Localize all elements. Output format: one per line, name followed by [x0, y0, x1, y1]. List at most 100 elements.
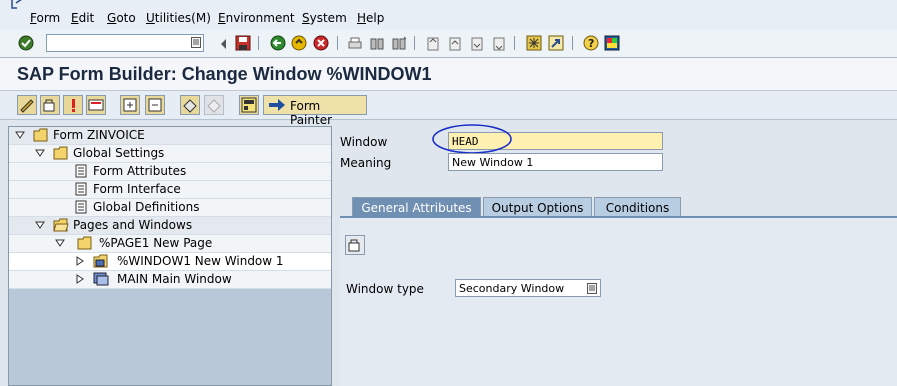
tab-general-attributes[interactable]: General Attributes: [352, 197, 481, 217]
back-icon[interactable]: [270, 35, 286, 51]
window-folder-icon: [93, 254, 108, 268]
other-object-icon: [348, 239, 360, 252]
collapsed-triangle-icon[interactable]: [75, 256, 85, 266]
find-next-icon[interactable]: [391, 36, 407, 52]
pencil-glasses-icon: [20, 99, 34, 113]
tree-node-pages-windows[interactable]: Pages and Windows: [9, 217, 331, 235]
expand-icon: [123, 98, 137, 112]
menu-help[interactable]: Help: [357, 11, 384, 25]
tab-output-options[interactable]: Output Options: [483, 197, 592, 217]
save-icon[interactable]: [235, 35, 251, 51]
menu-edit[interactable]: Edit: [71, 11, 94, 25]
application-toolbar: Form Painter: [0, 91, 897, 127]
other-object-button[interactable]: [40, 95, 60, 115]
next-page-icon[interactable]: [469, 36, 485, 52]
window-type-label: Window type: [346, 282, 424, 296]
document-icon: [75, 200, 87, 214]
expanded-triangle-icon[interactable]: [35, 220, 45, 230]
page-title: SAP Form Builder: Change Window %WINDOW1: [17, 64, 432, 84]
menu-bar: Form Edit Goto Utilities(M) Environment …: [0, 0, 897, 32]
tree-node-label: Form Attributes: [93, 164, 187, 178]
test-button[interactable]: [86, 95, 106, 115]
svg-text:?: ?: [588, 37, 594, 50]
first-page-icon[interactable]: [425, 36, 441, 52]
window-type-select[interactable]: Secondary Window: [455, 279, 601, 297]
tree-node-label: MAIN Main Window: [117, 272, 232, 286]
check-icon[interactable]: [18, 35, 34, 51]
folder-icon: [33, 128, 48, 142]
exclamation-icon: [72, 99, 75, 112]
collapse-all-button[interactable]: [145, 95, 165, 115]
undo-button[interactable]: [180, 95, 200, 115]
tree-node-label: Form Interface: [93, 182, 181, 196]
window-type-value: Secondary Window: [459, 282, 565, 295]
tab-content: Window type Secondary Window: [340, 218, 897, 386]
other-object-icon: [43, 99, 55, 112]
redo-icon: [207, 99, 221, 113]
form-painter-toggle-button[interactable]: [239, 95, 259, 115]
tree-node-form-attributes[interactable]: Form Attributes: [9, 163, 331, 181]
sap-menu-icon[interactable]: [11, 0, 25, 10]
tree-node-main[interactable]: MAIN Main Window: [9, 271, 331, 289]
tree-node-label: Pages and Windows: [73, 218, 193, 232]
menu-environment[interactable]: Environment: [218, 11, 295, 25]
exit-icon[interactable]: [291, 35, 307, 51]
undo-icon: [183, 99, 197, 113]
menu-system[interactable]: System: [302, 11, 347, 25]
tree-node-page1[interactable]: %PAGE1 New Page: [9, 235, 331, 253]
test-icon: [88, 99, 104, 111]
tree-node-label: Global Definitions: [93, 200, 200, 214]
command-field[interactable]: [46, 34, 204, 52]
other-window-button[interactable]: [345, 235, 365, 255]
tree-node-label: Form ZINVOICE: [53, 128, 145, 142]
expanded-triangle-icon[interactable]: [55, 238, 65, 248]
previous-page-icon[interactable]: [447, 36, 463, 52]
expanded-triangle-icon[interactable]: [15, 130, 25, 140]
check-button[interactable]: [63, 95, 83, 115]
form-tree: Form ZINVOICE Global Settings Form Attri…: [8, 126, 332, 386]
main-window-icon: [93, 272, 109, 286]
print-icon[interactable]: [347, 36, 363, 52]
last-page-icon[interactable]: [491, 36, 507, 52]
document-icon: [75, 182, 87, 196]
form-painter-button[interactable]: Form Painter: [263, 95, 367, 127]
menu-goto[interactable]: Goto: [107, 11, 136, 25]
document-icon: [75, 164, 87, 178]
tree-node-label: %WINDOW1 New Window 1: [117, 254, 284, 268]
page-folder-icon: [77, 236, 92, 250]
meaning-input[interactable]: New Window 1: [448, 153, 663, 171]
customize-layout-icon[interactable]: [604, 35, 620, 51]
menu-form[interactable]: Form: [30, 11, 60, 25]
expanded-triangle-icon[interactable]: [35, 148, 45, 158]
tree-node-form-interface[interactable]: Form Interface: [9, 181, 331, 199]
redo-button[interactable]: [204, 95, 224, 115]
title-bar: SAP Form Builder: Change Window %WINDOW1: [0, 58, 897, 91]
create-session-icon[interactable]: [526, 35, 542, 51]
tree-node-label: %PAGE1 New Page: [99, 236, 213, 250]
tree-node-global-definitions[interactable]: Global Definitions: [9, 199, 331, 217]
collapsed-triangle-icon[interactable]: [75, 274, 85, 284]
arrow-right-icon: [269, 99, 285, 111]
cancel-icon[interactable]: [313, 35, 329, 51]
tree-node-form[interactable]: Form ZINVOICE: [9, 127, 331, 145]
menu-utilities[interactable]: Utilities(M): [146, 11, 211, 25]
tree-node-global-settings[interactable]: Global Settings: [9, 145, 331, 163]
help-icon[interactable]: ?: [583, 35, 599, 51]
standard-toolbar: ?: [0, 30, 897, 58]
dropdown-icon[interactable]: [587, 283, 597, 294]
shortcut-icon[interactable]: [548, 35, 564, 51]
command-history-icon[interactable]: [191, 37, 201, 48]
display-change-button[interactable]: [17, 95, 37, 115]
collapse-icon: [148, 98, 162, 112]
folder-icon: [53, 146, 68, 160]
tree-node-label: Global Settings: [73, 146, 165, 160]
meaning-label: Meaning: [340, 156, 392, 170]
collapse-command-icon[interactable]: [216, 36, 232, 52]
tab-conditions[interactable]: Conditions: [594, 197, 681, 217]
find-icon[interactable]: [369, 36, 385, 52]
folder-open-icon: [53, 218, 69, 232]
form-painter-label: Form Painter: [290, 99, 333, 127]
tree-node-window1[interactable]: %WINDOW1 New Window 1: [9, 253, 331, 271]
expand-all-button[interactable]: [120, 95, 140, 115]
layout-grid-icon: [241, 97, 257, 113]
